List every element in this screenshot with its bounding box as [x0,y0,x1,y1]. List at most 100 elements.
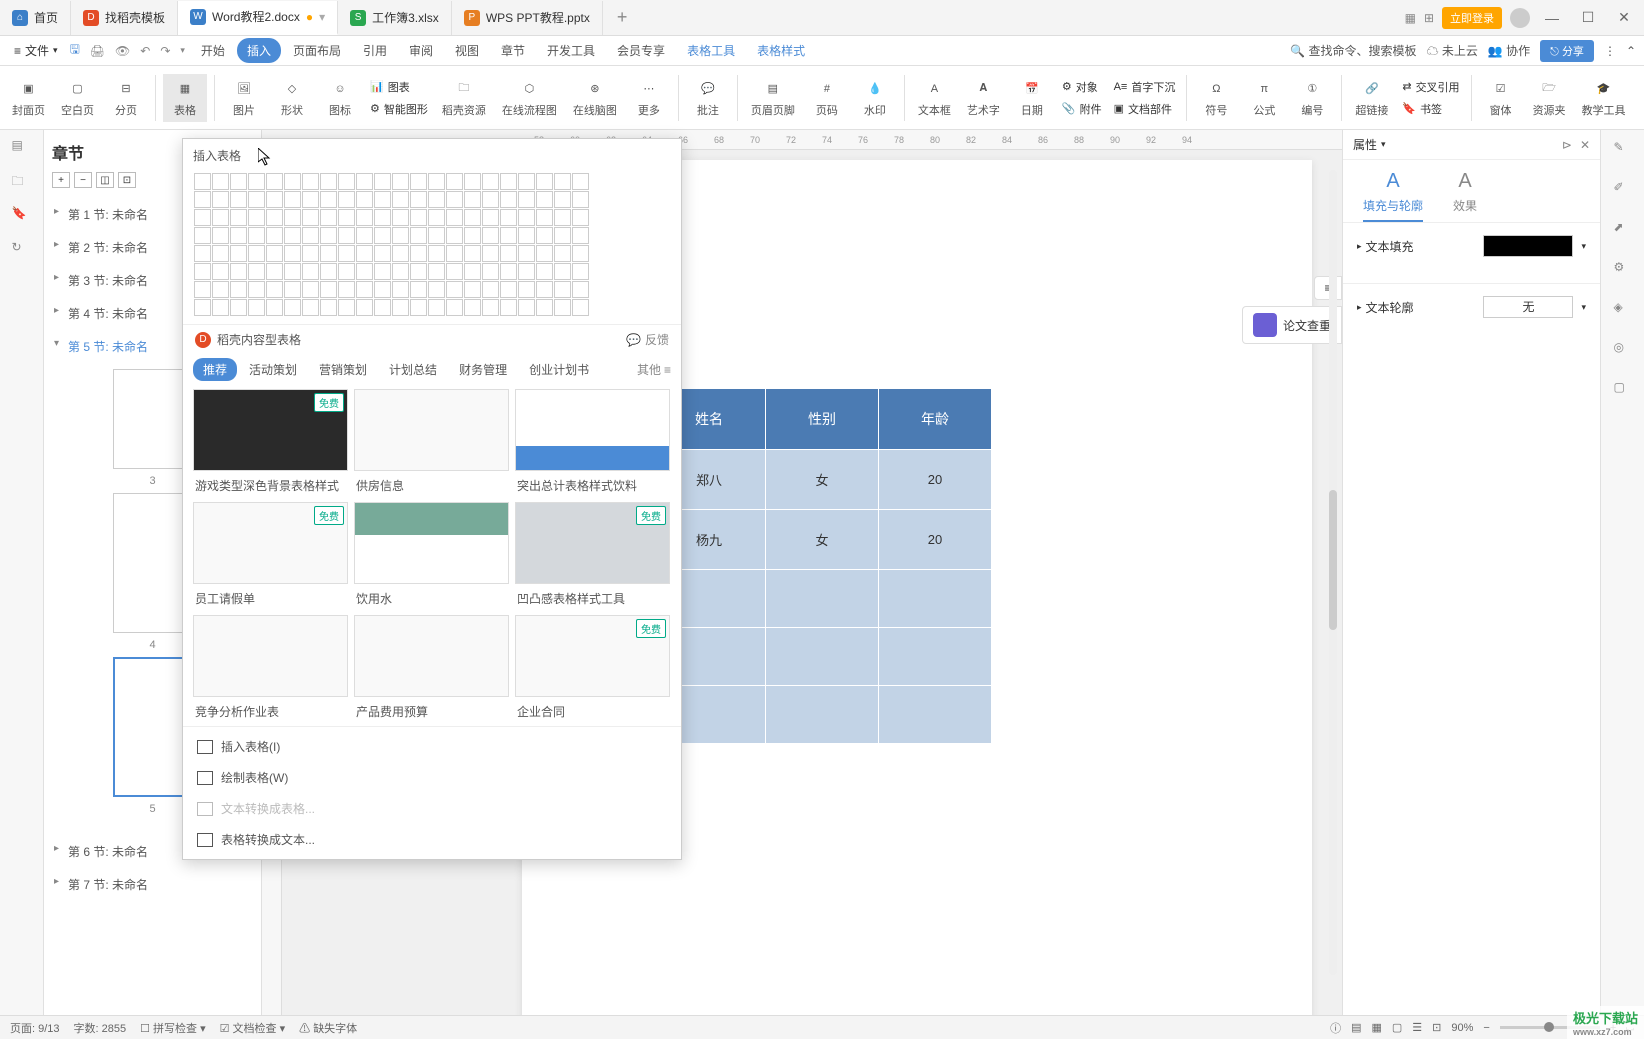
grid-cell[interactable] [212,227,229,244]
grid-cell[interactable] [482,191,499,208]
ribbon-shape[interactable]: ◇形状 [270,74,314,122]
grid-cell[interactable] [320,245,337,262]
grid-cell[interactable] [518,227,535,244]
tab-menu-icon[interactable]: ▾ [319,10,325,24]
ribbon-docparts[interactable]: ▣文档部件 [1110,99,1180,119]
zoom-value[interactable]: 90% [1451,1022,1473,1034]
grid-cell[interactable] [536,245,553,262]
word-count[interactable]: 字数: 2855 [74,1020,127,1036]
grid-cell[interactable] [392,173,409,190]
grid-cell[interactable] [320,281,337,298]
table-cell[interactable]: 女 [766,510,879,570]
grid-cell[interactable] [482,263,499,280]
grid-cell[interactable] [356,263,373,280]
grid-cell[interactable] [464,263,481,280]
grid-cell[interactable] [500,299,517,316]
grid-cell[interactable] [410,263,427,280]
grid-cell[interactable] [356,209,373,226]
page-thumb-5[interactable] [113,657,193,797]
grid-cell[interactable] [410,245,427,262]
fill-color-swatch[interactable] [1483,235,1573,257]
page-thumb-4[interactable] [113,493,193,633]
grid-cell[interactable] [194,173,211,190]
ribbon-smartart[interactable]: ⚙智能图形 [366,99,432,119]
grid-cell[interactable] [446,173,463,190]
grid-cell[interactable] [230,209,247,226]
grid-cell[interactable] [320,173,337,190]
grid-cell[interactable] [536,227,553,244]
grid-cell[interactable] [212,299,229,316]
grid-cell[interactable] [266,263,283,280]
grid-cell[interactable] [374,173,391,190]
grid-cell[interactable] [338,263,355,280]
grid-cell[interactable] [410,209,427,226]
grid-cell[interactable] [482,281,499,298]
grid-cell[interactable] [554,263,571,280]
grid-cell[interactable] [572,299,589,316]
ribbon-wordart[interactable]: 𝐀艺术字 [961,74,1006,122]
grid-cell[interactable] [356,227,373,244]
grid-cell[interactable] [284,245,301,262]
table-header[interactable]: 年龄 [879,389,992,450]
grid-cell[interactable] [320,263,337,280]
grid-cell[interactable] [374,245,391,262]
chapter-add[interactable]: + [52,172,70,188]
grid-cell[interactable] [266,281,283,298]
menu-insert-table[interactable]: 插入表格(I) [183,731,681,762]
grid-cell[interactable] [248,227,265,244]
grid-cell[interactable] [554,245,571,262]
grid-cell[interactable] [284,191,301,208]
template-tab-business[interactable]: 创业计划书 [519,358,599,381]
refresh-icon[interactable]: ↻ [12,240,32,260]
grid-cell[interactable] [374,263,391,280]
grid-cell[interactable] [428,263,445,280]
grid-cell[interactable] [266,245,283,262]
file-menu[interactable]: ≡ 文件 ▾ [8,42,64,59]
grid-cell[interactable] [284,227,301,244]
grid-cell[interactable] [500,281,517,298]
menu-devtools[interactable]: 开发工具 [537,38,605,63]
save-icon[interactable]: 🖫 [66,40,84,61]
pen-icon[interactable]: ✎ [1614,140,1632,158]
grid-cell[interactable] [446,191,463,208]
grid-cell[interactable] [338,281,355,298]
grid-cell[interactable] [500,209,517,226]
prop-tab-effect[interactable]: A 效果 [1453,170,1477,222]
grid-cell[interactable] [374,299,391,316]
grid-cell[interactable] [248,299,265,316]
grid-cell[interactable] [374,227,391,244]
grid-cell[interactable] [536,281,553,298]
preview-icon[interactable]: 👁 [111,44,134,58]
ribbon-chart[interactable]: 📊图表 [366,77,432,97]
grid-cell[interactable] [374,281,391,298]
grid-cell[interactable] [392,281,409,298]
ribbon-table[interactable]: ▦表格 [163,74,207,122]
grid-cell[interactable] [266,173,283,190]
grid-cell[interactable] [410,191,427,208]
doc-check-toggle[interactable]: ☑ 文档检查 ▾ [220,1020,286,1036]
grid-cell[interactable] [230,281,247,298]
settings-icon[interactable]: ⚙ [1614,260,1632,278]
grid-cell[interactable] [284,209,301,226]
grid-cell[interactable] [428,245,445,262]
table-cell[interactable]: 女 [766,450,879,510]
brush-icon[interactable]: ✐ [1614,180,1632,198]
grid-cell[interactable] [194,209,211,226]
tab-add[interactable]: + [603,7,642,28]
close-panel-icon[interactable]: ✕ [1580,138,1590,152]
folder-icon[interactable]: 🗀 [12,172,32,192]
grid-cell[interactable] [482,227,499,244]
grid-cell[interactable] [536,263,553,280]
grid-cell[interactable] [302,245,319,262]
chapter-split[interactable]: ⊡ [118,172,136,188]
avatar-icon[interactable] [1510,8,1530,28]
grid-cell[interactable] [518,209,535,226]
grid-cell[interactable] [464,299,481,316]
select-icon[interactable]: ⬈ [1614,220,1632,238]
expand-icon[interactable]: ▸ [1357,302,1362,313]
ribbon-pagenum[interactable]: #页码 [805,74,849,122]
vertical-scrollbar[interactable] [1326,150,1340,1015]
grid-cell[interactable] [266,227,283,244]
ribbon-attachment[interactable]: 📎附件 [1058,99,1106,119]
document-table[interactable]: 姓名 性别 年龄 郑八 女 20 杨九 女 20 [652,388,992,744]
